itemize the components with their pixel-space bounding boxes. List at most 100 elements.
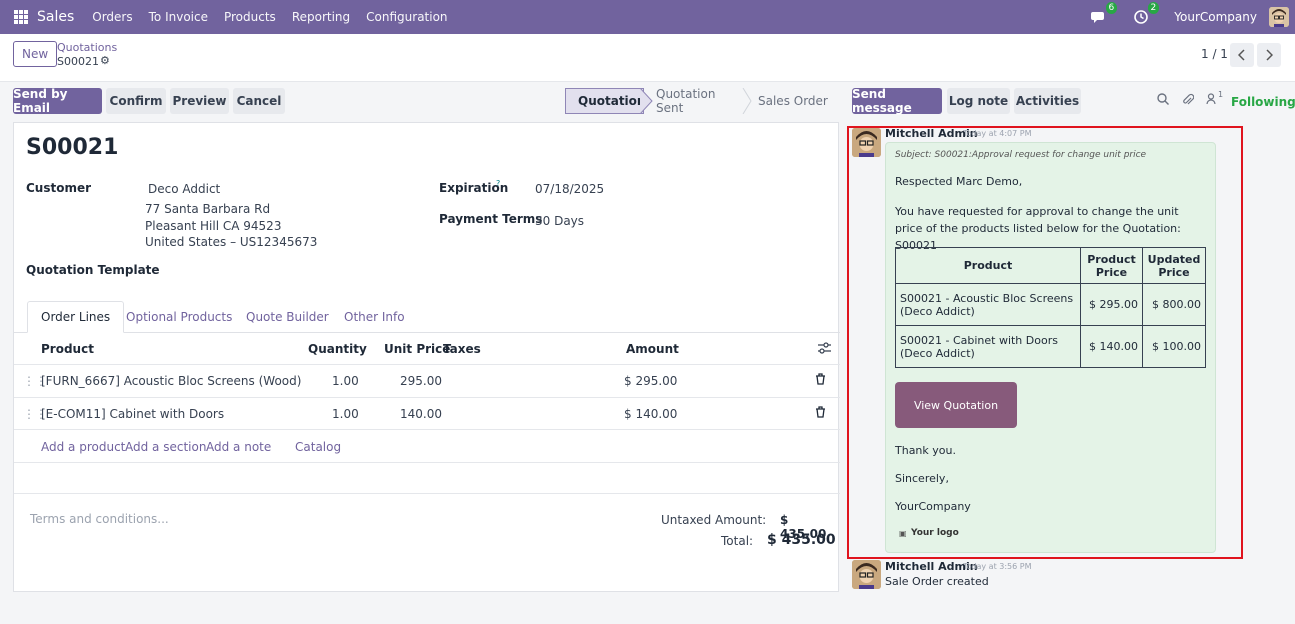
breadcrumb-current: S00021 <box>57 55 99 68</box>
send-by-email-button[interactable]: Send by Email <box>13 87 102 115</box>
menu-reporting[interactable]: Reporting <box>292 10 350 24</box>
author-avatar[interactable] <box>852 128 881 157</box>
payment-terms-field[interactable]: 30 Days <box>535 214 584 228</box>
message-subject: Subject: S00021:Approval request for cha… <box>895 150 1147 160</box>
column-product[interactable]: Product <box>41 342 94 356</box>
message-time: Today at 3:56 PM <box>963 562 1032 571</box>
activity-clock-icon[interactable]: 2 <box>1132 2 1160 26</box>
line-product[interactable]: [E-COM11] Cabinet with Doors <box>41 407 224 421</box>
line-amount: $ 295.00 <box>624 374 678 388</box>
followers-icon[interactable] <box>1206 93 1216 109</box>
message-body: Sale Order created <box>885 575 989 588</box>
pager-next-button[interactable] <box>1257 43 1281 67</box>
control-panel: New Quotations S00021 ⚙ 1 / 1 <box>0 34 1295 82</box>
message-closing: Sincerely, <box>895 472 949 485</box>
row-divider <box>14 493 840 494</box>
total-value: $ 435.00 <box>767 532 836 548</box>
menu-to-invoice[interactable]: To Invoice <box>149 10 208 24</box>
user-avatar[interactable] <box>1269 7 1289 27</box>
payment-terms-label: Payment Terms <box>439 212 543 226</box>
customer-label: Customer <box>26 181 92 195</box>
expiration-field[interactable]: 07/18/2025 <box>535 182 604 196</box>
log-note-button[interactable]: Log note <box>947 88 1010 114</box>
send-message-button[interactable]: Send message <box>852 87 942 115</box>
tab-other-info[interactable]: Other Info <box>331 301 418 333</box>
table-cell-updated-price: $ 800.00 <box>1141 283 1207 326</box>
tab-order-lines[interactable]: Order Lines <box>27 301 125 333</box>
menu-products[interactable]: Products <box>224 10 276 24</box>
message-greeting: Respected Marc Demo, <box>895 175 1023 188</box>
new-button[interactable]: New <box>13 41 58 67</box>
table-header-product-price: Product Price <box>1080 247 1143 284</box>
pager-value[interactable]: 1 / 1 <box>1201 47 1228 61</box>
line-unit-price[interactable]: 140.00 <box>400 407 442 421</box>
table-cell-updated-price: $ 100.00 <box>1141 325 1207 368</box>
add-note-link[interactable]: Add a note <box>206 440 271 454</box>
top-navbar: Sales Orders To Invoice Products Reporti… <box>0 0 1295 34</box>
activities-count-badge: 2 <box>1147 2 1160 14</box>
add-product-link[interactable]: Add a product <box>41 440 125 454</box>
stage-quotation-sent[interactable]: Quotation Sent <box>644 87 746 115</box>
preview-button[interactable]: Preview <box>170 88 229 114</box>
line-quantity[interactable]: 1.00 <box>332 407 359 421</box>
notebook-tabs: Order Lines Optional Products Quote Buil… <box>14 301 840 333</box>
customer-field[interactable]: Deco Addict <box>148 182 220 196</box>
tab-quote-builder[interactable]: Quote Builder <box>233 301 342 333</box>
tab-optional-products[interactable]: Optional Products <box>113 301 245 333</box>
app-name[interactable]: Sales <box>37 9 74 25</box>
message-time: Today at 4:07 PM <box>963 129 1032 138</box>
row-divider <box>14 397 840 398</box>
stage-sales-order[interactable]: Sales Order <box>746 88 840 114</box>
record-title: S00021 <box>26 135 119 160</box>
confirm-button[interactable]: Confirm <box>106 88 166 114</box>
image-icon: ▣ <box>899 529 907 538</box>
company-logo-text: Your logo <box>911 528 959 538</box>
apps-menu-icon[interactable] <box>14 10 28 24</box>
delete-line-icon[interactable] <box>815 373 826 388</box>
paperclip-icon[interactable] <box>1182 93 1195 110</box>
stage-quotation[interactable]: Quotation <box>565 88 645 114</box>
column-unit-price[interactable]: Unit Price <box>384 342 450 356</box>
row-divider <box>14 429 840 430</box>
column-taxes[interactable]: Taxes <box>443 342 481 356</box>
table-row: S00021 - Acoustic Bloc Screens (Deco Add… <box>894 283 1207 326</box>
gear-icon[interactable]: ⚙ <box>100 54 110 67</box>
help-tooltip-icon[interactable]: ? <box>496 179 500 188</box>
followers-count: 1 <box>1218 90 1224 99</box>
customer-address-line3: United States – US12345673 <box>145 235 318 249</box>
column-quantity[interactable]: Quantity <box>308 342 367 356</box>
messaging-icon[interactable]: 6 <box>1090 2 1118 26</box>
optional-columns-icon[interactable] <box>818 342 831 357</box>
pager-previous-button[interactable] <box>1230 43 1254 67</box>
author-avatar[interactable] <box>852 560 881 589</box>
delete-line-icon[interactable] <box>815 406 826 421</box>
breadcrumb-quotations[interactable]: Quotations <box>57 41 117 54</box>
customer-address-line2: Pleasant Hill CA 94523 <box>145 219 282 233</box>
line-unit-price[interactable]: 295.00 <box>400 374 442 388</box>
add-section-link[interactable]: Add a section <box>125 440 206 454</box>
column-amount[interactable]: Amount <box>626 342 679 356</box>
company-switcher[interactable]: YourCompany <box>1174 10 1257 24</box>
message-signature: YourCompany <box>895 500 971 513</box>
stage-arrow-icon <box>640 88 653 114</box>
table-header-updated-price: Updated Price <box>1141 247 1207 284</box>
terms-field[interactable]: Terms and conditions... <box>30 512 169 526</box>
cancel-button[interactable]: Cancel <box>233 88 285 114</box>
table-row: S00021 - Cabinet with Doors (Deco Addict… <box>894 325 1207 368</box>
menu-orders[interactable]: Orders <box>92 10 132 24</box>
status-bar: Quotation Quotation Sent Sales Order <box>565 87 840 115</box>
total-label: Total: <box>721 534 754 548</box>
catalog-link[interactable]: Catalog <box>295 440 341 454</box>
table-header-product: Product <box>894 247 1082 284</box>
search-icon[interactable] <box>1157 93 1169 109</box>
following-toggle[interactable]: Following <box>1231 95 1295 109</box>
line-amount: $ 140.00 <box>624 407 678 421</box>
line-product[interactable]: [FURN_6667] Acoustic Bloc Screens (Wood) <box>41 374 301 388</box>
table-cell-product: S00021 - Cabinet with Doors (Deco Addict… <box>894 325 1082 368</box>
quotation-template-label: Quotation Template <box>26 263 160 277</box>
menu-configuration[interactable]: Configuration <box>366 10 447 24</box>
activities-button[interactable]: Activities <box>1014 88 1081 114</box>
line-quantity[interactable]: 1.00 <box>332 374 359 388</box>
messages-count-badge: 6 <box>1105 2 1118 14</box>
view-quotation-button[interactable]: View Quotation <box>895 382 1017 428</box>
